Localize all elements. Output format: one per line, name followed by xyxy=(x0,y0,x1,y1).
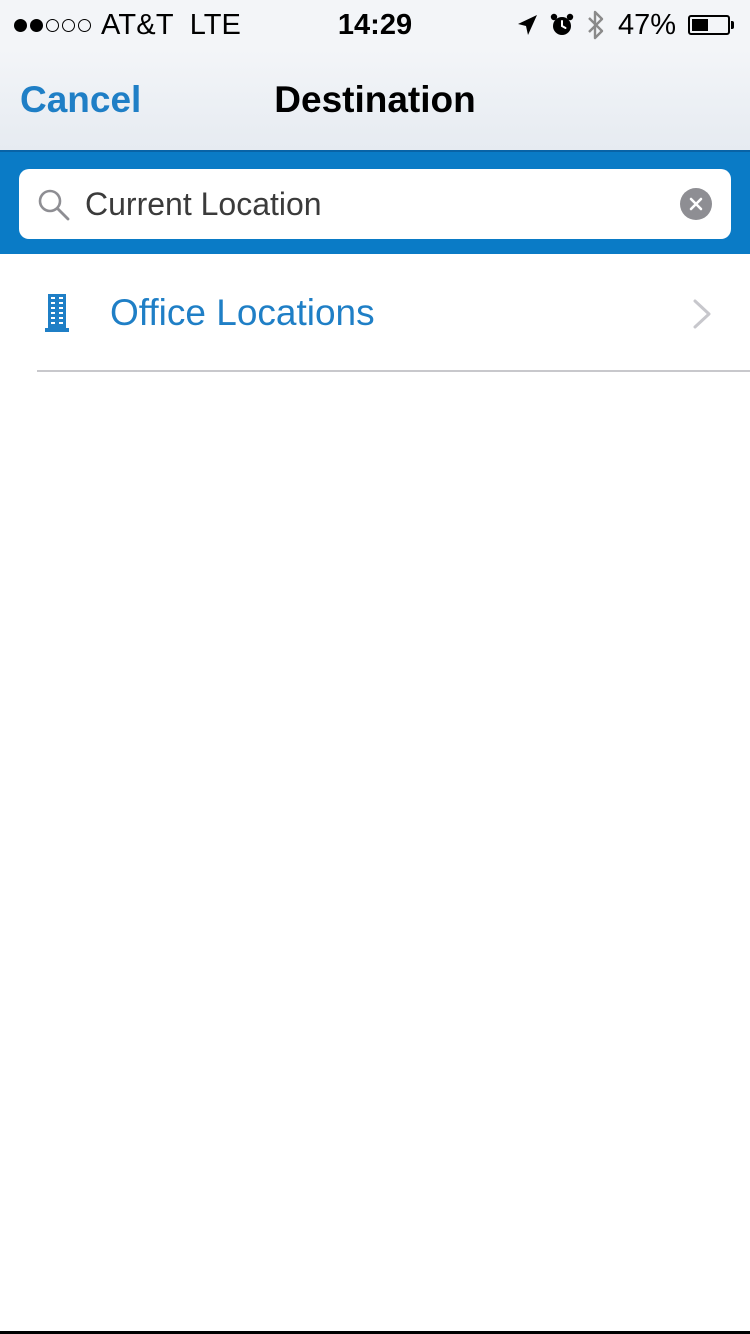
office-building-icon xyxy=(45,294,69,337)
list-divider xyxy=(37,370,750,372)
destination-screen: AT&T LTE 14:29 47% Cancel Destination Cu… xyxy=(0,0,750,1334)
battery-body xyxy=(688,15,730,35)
bluetooth-icon xyxy=(586,9,606,41)
alarm-icon xyxy=(550,13,574,37)
search-icon xyxy=(37,188,71,227)
status-bar: AT&T LTE 14:29 47% xyxy=(0,0,750,50)
battery-percentage: 47% xyxy=(617,8,676,41)
battery-tip xyxy=(731,21,734,29)
status-right: 47% xyxy=(516,8,734,42)
location-arrow-icon xyxy=(516,13,538,37)
page-title: Destination xyxy=(274,79,476,120)
battery-fill xyxy=(692,19,708,31)
battery-icon xyxy=(688,15,734,35)
chevron-right-icon xyxy=(692,299,712,334)
search-input[interactable]: Current Location xyxy=(19,169,731,239)
navigation-bar: Cancel Destination xyxy=(0,50,750,150)
clear-icon[interactable] xyxy=(680,188,712,220)
list-item-label: Office Locations xyxy=(110,292,375,333)
search-bar: Current Location xyxy=(0,150,750,254)
list-item-office-locations[interactable]: Office Locations xyxy=(0,254,750,372)
search-value[interactable]: Current Location xyxy=(85,169,322,239)
